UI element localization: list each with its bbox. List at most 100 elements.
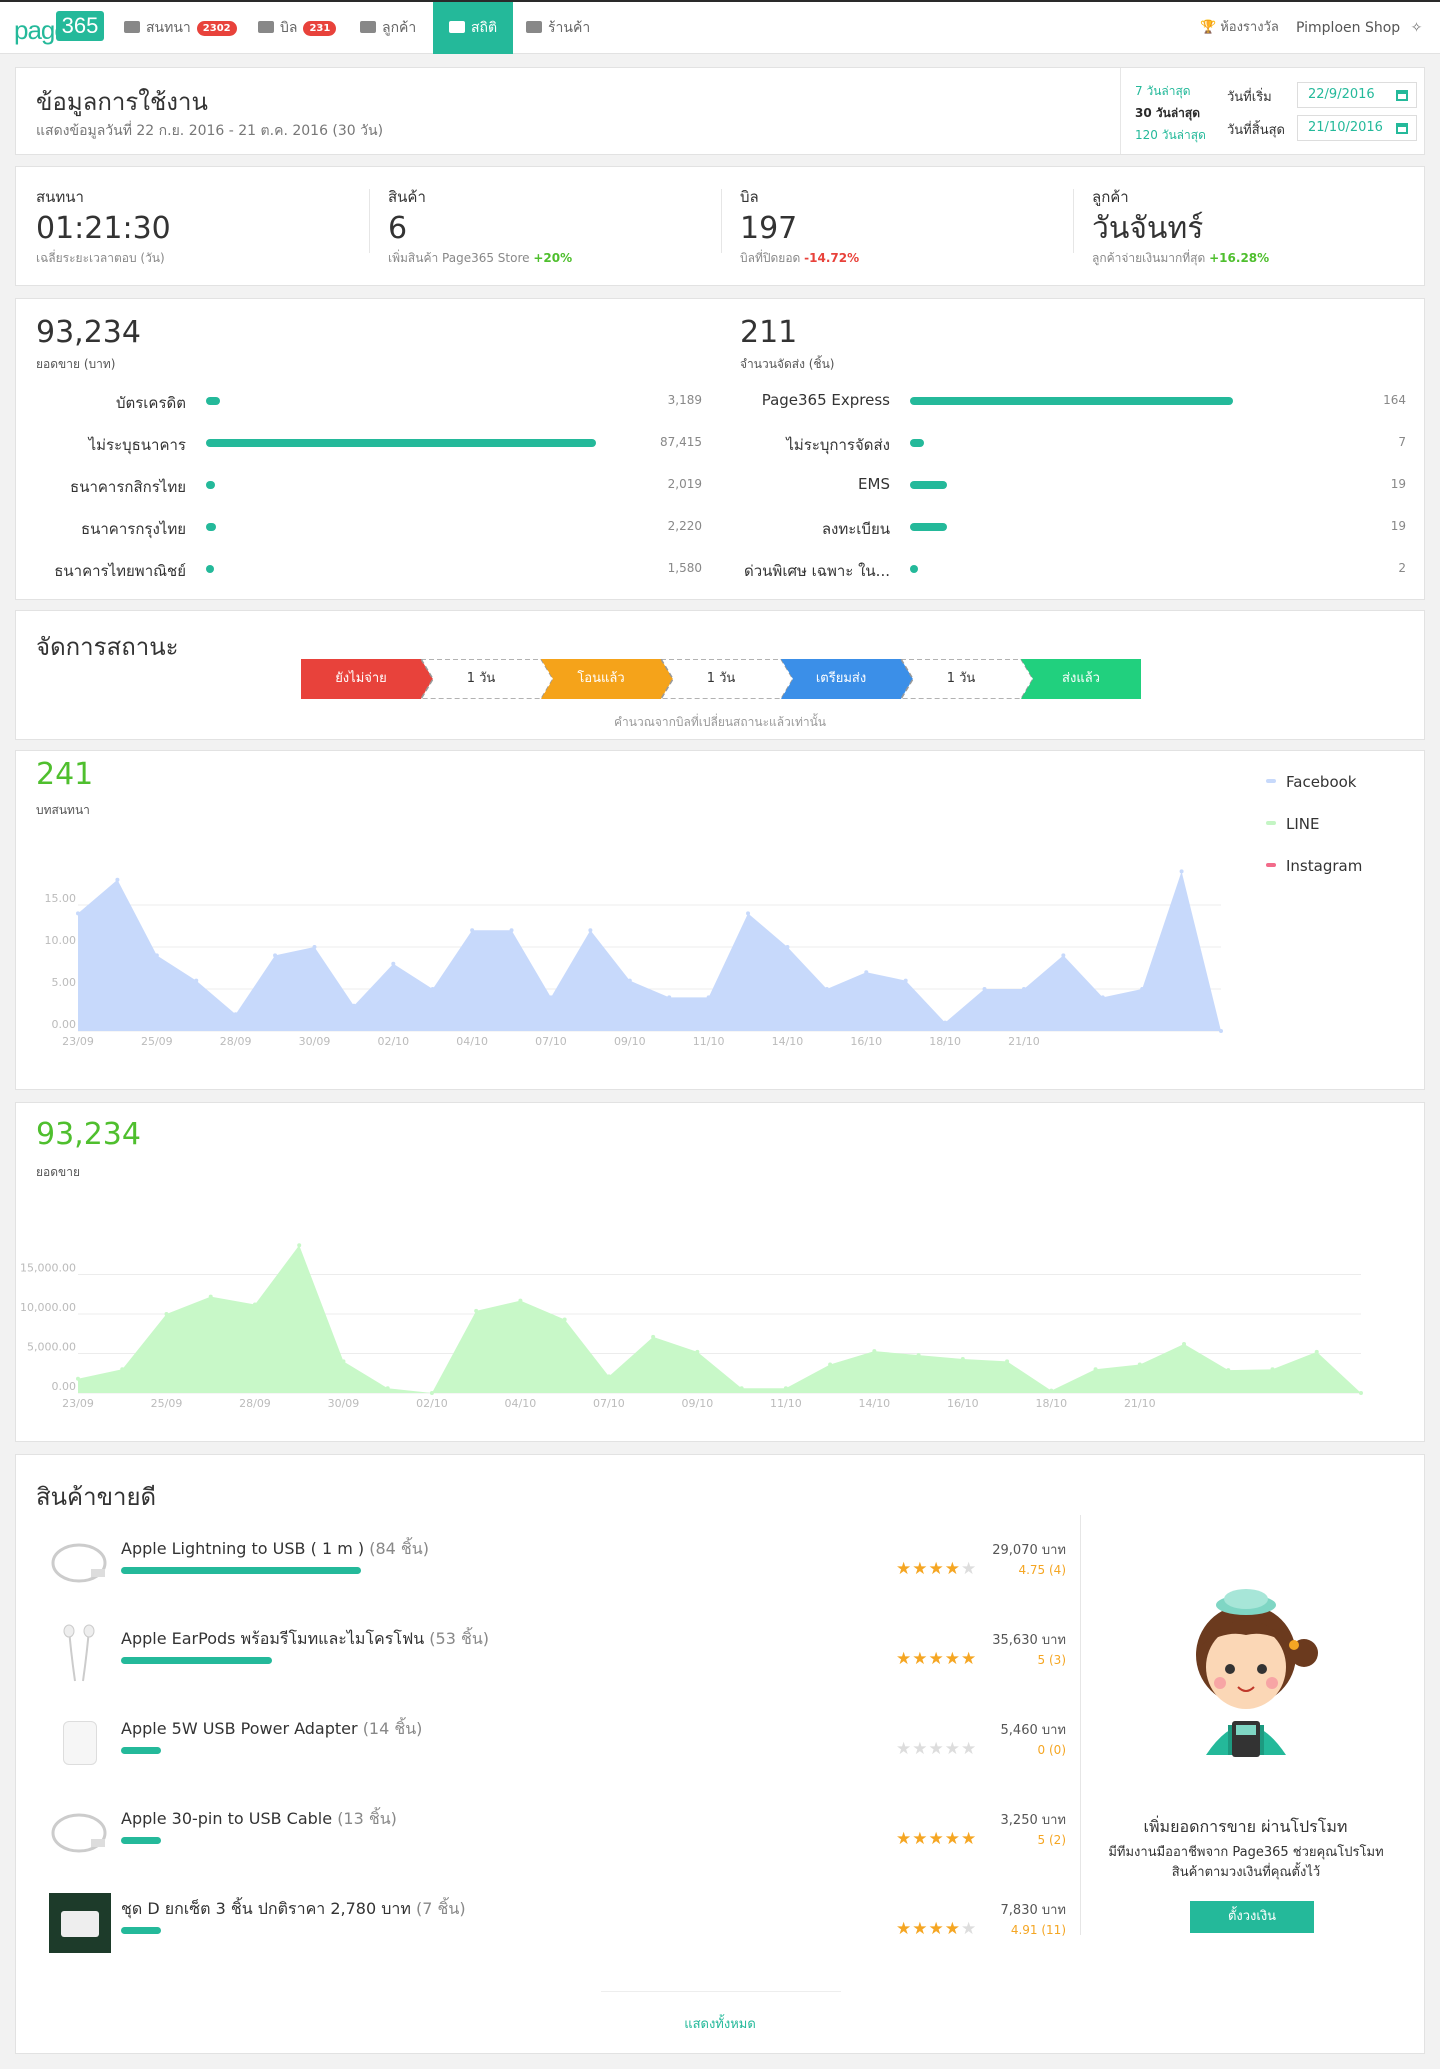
data-point[interactable] — [706, 995, 711, 1000]
y-tick-label: 0.00 — [52, 1380, 77, 1393]
status-flow-card: จัดการสถานะ ยังไม่จ่าย 1 วัน โอนแล้ว 1 วัน เ… — [15, 610, 1425, 740]
data-point[interactable] — [76, 1376, 80, 1381]
data-point[interactable] — [429, 1391, 434, 1395]
chat-chart-card: 241 บทสนทนา Facebook LINE Instagram 0.00… — [15, 750, 1425, 1090]
x-tick-label: 09/10 — [614, 1035, 646, 1048]
data-point[interactable] — [273, 953, 278, 958]
data-point[interactable] — [1182, 1342, 1187, 1347]
data-point[interactable] — [1179, 869, 1184, 874]
data-point[interactable] — [1100, 995, 1105, 1000]
data-point[interactable] — [385, 1386, 390, 1391]
nav-item-customers[interactable]: ลูกค้า — [360, 2, 416, 54]
data-point[interactable] — [115, 877, 120, 882]
nav-awards[interactable]: 🏆 ห้องรางวัล — [1200, 2, 1279, 54]
data-point[interactable] — [1137, 1362, 1142, 1367]
data-point[interactable] — [1005, 1359, 1010, 1364]
nav-item-stats[interactable]: สถิติ — [433, 2, 514, 54]
data-point[interactable] — [154, 953, 159, 958]
data-point[interactable] — [518, 1298, 523, 1303]
chart-icon — [449, 21, 465, 33]
data-point[interactable] — [76, 911, 80, 916]
data-point[interactable] — [1021, 987, 1026, 991]
data-point[interactable] — [1270, 1367, 1275, 1372]
data-point[interactable] — [960, 1357, 965, 1362]
bestseller-row[interactable]: Apple 30-pin to USB Cable (13 ชิ้น) 3,250… — [16, 1795, 1066, 1875]
data-point[interactable] — [1226, 1368, 1231, 1373]
data-point[interactable] — [341, 1359, 346, 1364]
data-point[interactable] — [233, 1012, 238, 1017]
data-point[interactable] — [297, 1243, 302, 1248]
bestseller-row[interactable]: Apple EarPods พร้อมรีโมทและไมโครโฟน (53 … — [16, 1615, 1066, 1695]
quick-range-30[interactable]: 30 วันล่าสุด — [1135, 104, 1200, 123]
nav-item-chat[interactable]: สนทนา 2302 — [124, 2, 237, 54]
product-name[interactable]: ชุด D ยกเซ็ต 3 ชิ้น ปกติราคา 2,780 บาท (… — [121, 1897, 466, 1922]
bestseller-row[interactable]: Apple Lightning to USB ( 1 m ) (84 ชิ้น)… — [16, 1525, 1066, 1605]
bestseller-row[interactable]: Apple 5W USB Power Adapter (14 ชิ้น) 5,46… — [16, 1705, 1066, 1785]
status-step[interactable]: ยังไม่จ่าย — [301, 659, 433, 699]
data-point[interactable] — [695, 1349, 700, 1354]
data-point[interactable] — [739, 1386, 744, 1391]
data-point[interactable] — [1061, 953, 1066, 958]
data-point[interactable] — [1359, 1391, 1363, 1395]
promo-title: เพิ่มยอดการขาย ผ่านโปรโมท — [1143, 1817, 1348, 1836]
data-point[interactable] — [872, 1349, 877, 1354]
data-point[interactable] — [1140, 987, 1145, 991]
nav-item-bill[interactable]: บิล 231 — [258, 2, 337, 54]
data-point[interactable] — [562, 1317, 567, 1322]
data-point[interactable] — [1314, 1349, 1319, 1354]
status-step[interactable]: ส่งแล้ว — [1021, 659, 1141, 699]
data-point[interactable] — [430, 987, 435, 991]
set-budget-button[interactable]: ตั้งวงเงิน — [1190, 1901, 1314, 1933]
bestseller-row[interactable]: ชุด D ยกเซ็ต 3 ชิ้น ปกติราคา 2,780 บาท (… — [16, 1885, 1066, 1965]
data-point[interactable] — [943, 1020, 948, 1025]
data-point[interactable] — [651, 1334, 656, 1339]
data-point[interactable] — [606, 1374, 611, 1379]
data-point[interactable] — [208, 1294, 213, 1299]
nav-item-store[interactable]: ร้านค้า — [526, 2, 590, 54]
product-name[interactable]: Apple Lightning to USB ( 1 m ) (84 ชิ้น) — [121, 1537, 429, 1562]
data-point[interactable] — [470, 928, 475, 933]
data-point[interactable] — [828, 1362, 833, 1367]
data-point[interactable] — [627, 978, 632, 983]
data-point[interactable] — [312, 945, 317, 949]
status-step[interactable]: เตรียมส่ง — [781, 659, 913, 699]
kpi-customers: ลูกค้า วันจันทร์ ลูกค้าจ่ายเงินมากที่สุด… — [1092, 188, 1270, 265]
data-point[interactable] — [824, 987, 829, 991]
data-point[interactable] — [746, 911, 751, 916]
quick-range-120[interactable]: 120 วันล่าสุด — [1135, 126, 1206, 145]
data-point[interactable] — [1093, 1367, 1098, 1372]
nav-shop-menu[interactable]: Pimploen Shop ✧ — [1296, 2, 1422, 54]
x-tick-label: 04/10 — [456, 1035, 488, 1048]
data-point[interactable] — [474, 1308, 479, 1313]
product-revenue: 3,250 บาท — [1000, 1813, 1066, 1828]
data-point[interactable] — [783, 1386, 788, 1391]
page365-logo[interactable]: page 365 — [14, 11, 104, 47]
data-point[interactable] — [785, 945, 790, 949]
data-point[interactable] — [252, 1302, 257, 1307]
breakdown-value: 2,220 — [667, 519, 702, 533]
data-point[interactable] — [194, 978, 199, 983]
star-icon: ★ — [944, 1829, 961, 1849]
data-point[interactable] — [509, 928, 514, 933]
show-all-link[interactable]: แสดงทั้งหมด — [16, 2013, 1424, 2034]
end-date-input[interactable]: 21/10/2016 — [1297, 115, 1417, 141]
data-point[interactable] — [164, 1312, 169, 1316]
data-point[interactable] — [982, 987, 987, 991]
data-point[interactable] — [1219, 1029, 1223, 1033]
product-name[interactable]: Apple 5W USB Power Adapter (14 ชิ้น) — [121, 1717, 422, 1742]
data-point[interactable] — [667, 995, 672, 1000]
data-point[interactable] — [120, 1367, 125, 1372]
data-point[interactable] — [903, 978, 908, 983]
data-point[interactable] — [864, 970, 869, 975]
data-point[interactable] — [588, 928, 593, 933]
quick-range-7[interactable]: 7 วันล่าสุด — [1135, 82, 1191, 101]
data-point[interactable] — [1049, 1388, 1054, 1393]
start-date-input[interactable]: 22/9/2016 — [1297, 82, 1417, 108]
product-name[interactable]: Apple EarPods พร้อมรีโมทและไมโครโฟน (53 … — [121, 1627, 489, 1652]
product-name[interactable]: Apple 30-pin to USB Cable (13 ชิ้น) — [121, 1807, 397, 1832]
data-point[interactable] — [391, 961, 396, 966]
data-point[interactable] — [548, 995, 553, 1000]
data-point[interactable] — [916, 1353, 921, 1358]
data-point[interactable] — [351, 1003, 356, 1008]
status-step[interactable]: โอนแล้ว — [541, 659, 673, 699]
